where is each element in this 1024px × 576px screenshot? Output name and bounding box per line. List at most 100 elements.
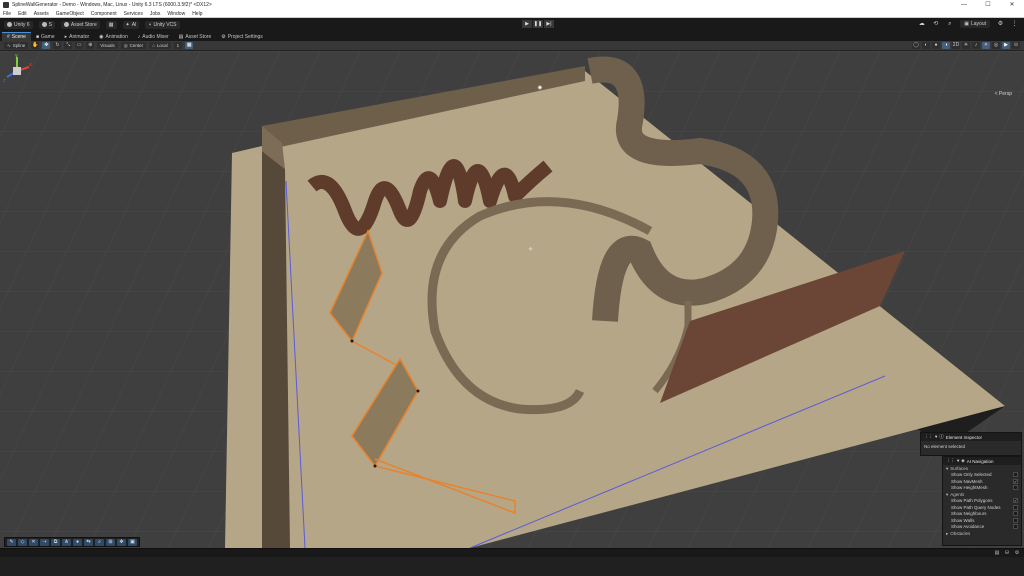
snap-increment[interactable]: 1 [173, 42, 183, 49]
tab-animation[interactable]: ◉ Animation [94, 32, 133, 41]
spline-select-icon[interactable]: ◇ [18, 538, 27, 546]
menu-window[interactable]: Window [167, 11, 185, 17]
camera-icon[interactable]: ▶ [1002, 42, 1010, 49]
hand-tool-button[interactable]: ✋ [31, 42, 40, 49]
pivot-dropdown[interactable]: ◎ Center [120, 42, 147, 49]
shading-wireframe-icon[interactable]: ◯ [912, 42, 920, 49]
checkbox-checked[interactable]: ✓ [1013, 498, 1018, 504]
main-toolbar: Unity 6 S Asset Store ▦ ✦ AI ⑂ Unity VCS… [0, 18, 1024, 31]
spline-camera-icon[interactable]: ▣ [128, 538, 137, 546]
checkbox[interactable] [1013, 524, 1018, 530]
cache-icon[interactable]: ⛁ [1004, 550, 1010, 556]
checkbox-checked[interactable]: ✓ [1013, 478, 1018, 484]
scene-view-options: ◯ ◐ ● ◑ 2D ☀ ♪ ✧ ◎ ▶ ⊙ [912, 42, 1020, 49]
spline-close-icon[interactable]: ⊞ [106, 538, 115, 546]
more-icon[interactable]: ⋮ [1011, 21, 1018, 28]
grid-snap-button[interactable]: ▦ [185, 42, 194, 49]
lighting-icon[interactable]: ☀ [962, 42, 970, 49]
menu-file[interactable]: File [3, 11, 11, 17]
transform-tool-button[interactable]: ⊕ [86, 42, 95, 49]
menu-gameobject[interactable]: GameObject [56, 11, 84, 17]
menu-assets[interactable]: Assets [34, 11, 49, 17]
tab-game[interactable]: ■ Game [31, 32, 60, 41]
spline-join-icon[interactable]: ● [73, 538, 82, 546]
hidden-objects-icon[interactable]: ◎ [992, 42, 1000, 49]
step-button[interactable]: ▶| [544, 20, 554, 28]
rect-tool-button[interactable]: ▭ [75, 42, 84, 49]
layout-label: Layout [970, 21, 986, 27]
tool-context-dropdown[interactable]: ∿ Spline [4, 42, 29, 49]
light-icon[interactable]: ✷ [537, 84, 543, 92]
section-obstacles[interactable]: ▸ Obstacles [943, 530, 1021, 537]
grid-button[interactable]: ▦ [105, 20, 117, 29]
bug-icon[interactable]: ⚙ [1014, 550, 1020, 556]
effects-icon[interactable]: ✧ [982, 42, 990, 49]
scale-tool-button[interactable]: ⤡ [64, 42, 73, 49]
visuals-dropdown[interactable]: Visuals [97, 42, 118, 49]
editor-tabs: # Scene ■ Game ▸ Animator ◉ Animation ♪ Audio… [0, 31, 1024, 41]
spline-split-icon[interactable]: ⋔ [62, 538, 71, 546]
ai-dropdown[interactable]: ✦ AI [122, 20, 140, 29]
menu-help[interactable]: Help [192, 11, 202, 17]
perspective-label[interactable]: < Persp [995, 91, 1012, 97]
move-tool-button[interactable]: ✥ [42, 42, 51, 49]
rotate-tool-button[interactable]: ↻ [53, 42, 62, 49]
asset-store-dropdown[interactable]: Asset Store [60, 20, 100, 29]
spline-knot-icon[interactable]: ✕ [29, 538, 38, 546]
gizmos-icon[interactable]: ⊙ [1012, 42, 1020, 49]
grip-icon[interactable]: ⋮⋮ [924, 434, 933, 440]
layout-dropdown[interactable]: ▣ Layout [960, 20, 990, 28]
tab-audio-mixer[interactable]: ♪ Audio Mixer [133, 32, 174, 41]
minimize-button[interactable]: — [952, 0, 976, 10]
shading-lit-icon[interactable]: ◐ [922, 42, 930, 49]
grip-icon[interactable]: ⋮⋮ [946, 458, 955, 464]
tab-scene[interactable]: # Scene [2, 32, 31, 41]
spline-search-icon[interactable]: ⌕ [95, 538, 104, 546]
spline-knot[interactable] [373, 464, 377, 468]
tab-asset-store[interactable]: ▤ Asset Store [174, 32, 217, 41]
menu-edit[interactable]: Edit [18, 11, 27, 17]
audio-icon[interactable]: ♪ [972, 42, 980, 49]
scene-viewport[interactable]: ✷ ✧ y x z < Persp ✎ ◇ ✕ ⇢ ⧉ ⋔ ● ⇆ ⌕ ⊞ ✥ … [0, 51, 1024, 548]
pivot-icon: ◎ [123, 42, 128, 48]
collapse-icon[interactable]: ▾ [935, 434, 937, 440]
checkbox[interactable] [1013, 485, 1018, 491]
history-icon[interactable]: ⟲ [932, 21, 939, 28]
spline-move-icon[interactable]: ✥ [117, 538, 126, 546]
checkbox[interactable] [1013, 504, 1018, 510]
spline-knot[interactable] [350, 339, 354, 343]
vcs-dropdown[interactable]: ⑂ Unity VCS [145, 20, 180, 29]
maximize-button[interactable]: ☐ [976, 0, 1000, 10]
search-icon[interactable]: ⌕ [946, 21, 953, 28]
menu-jobs[interactable]: Jobs [150, 11, 161, 17]
space-dropdown[interactable]: ⌂ Local [149, 42, 171, 49]
close-button[interactable]: ✕ [1000, 0, 1024, 10]
checkbox[interactable] [1013, 517, 1018, 523]
tab-animator[interactable]: ▸ Animator [60, 32, 95, 41]
checkbox[interactable] [1013, 472, 1018, 478]
s-dropdown[interactable]: S [38, 20, 55, 29]
spline-reverse-icon[interactable]: ⇆ [84, 538, 93, 546]
orientation-gizmo[interactable]: y x z [0, 51, 34, 95]
shading-shaded-icon[interactable]: ● [932, 42, 940, 49]
2d-toggle-icon[interactable]: 2D [952, 42, 960, 49]
tab-project-settings[interactable]: ⚙ Project Settings [216, 32, 268, 41]
cloud-services-icon[interactable]: ☁ [918, 21, 925, 28]
spline-tangent-icon[interactable]: ⇢ [40, 538, 49, 546]
settings-icon[interactable]: ⚙ [997, 21, 1004, 28]
collapse-icon[interactable]: ▾ [957, 458, 959, 464]
element-inspector-header[interactable]: ⋮⋮ ▾ ⓘ Element Inspector [921, 433, 1021, 441]
menu-services[interactable]: Services [124, 11, 143, 17]
spline-draw-icon[interactable]: ✎ [7, 538, 16, 546]
ai-navigation-header[interactable]: ⋮⋮ ▾ ◈ AI Navigation [943, 457, 1021, 465]
play-button[interactable]: ▶ [522, 20, 532, 28]
checkbox[interactable] [1013, 511, 1018, 517]
spline-knot[interactable] [416, 389, 420, 393]
menu-component[interactable]: Component [91, 11, 117, 17]
pause-button[interactable]: ❚❚ [533, 20, 543, 28]
light-icon[interactable]: ✧ [528, 246, 533, 253]
shading-mode-icon[interactable]: ◑ [942, 42, 950, 49]
account-dropdown[interactable]: Unity 6 [4, 20, 33, 29]
spline-link-icon[interactable]: ⧉ [51, 538, 60, 546]
progress-icon[interactable]: ▤ [994, 550, 1000, 556]
